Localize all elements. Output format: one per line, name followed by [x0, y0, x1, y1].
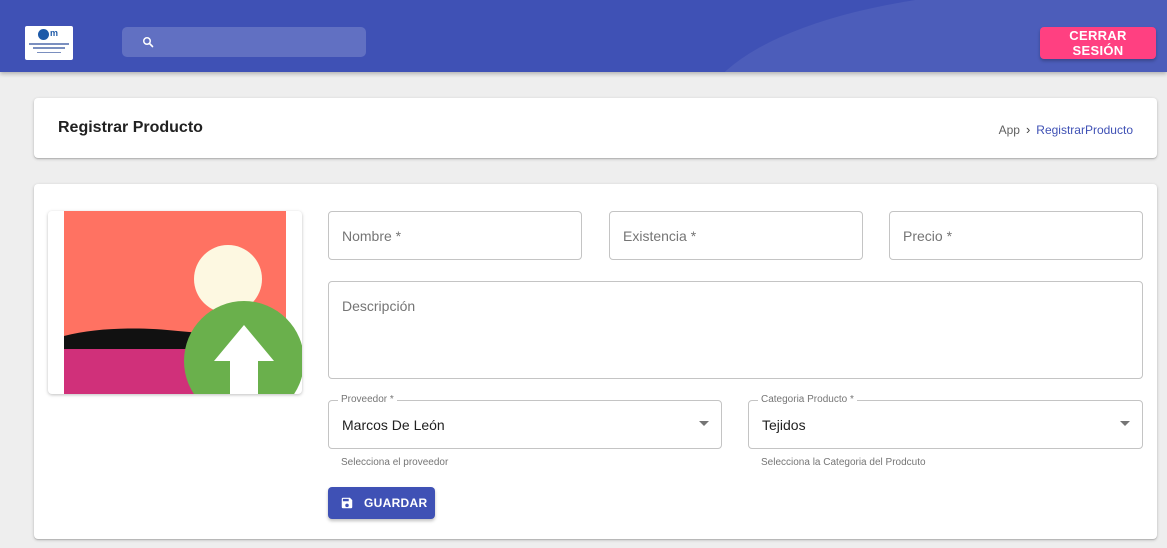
breadcrumb-chevron-icon: ›: [1025, 122, 1031, 137]
proveedor-label: Proveedor *: [338, 394, 397, 405]
descripcion-placeholder: Descripción: [342, 298, 416, 314]
existencia-field[interactable]: Existencia *: [609, 211, 863, 260]
proveedor-select[interactable]: Proveedor * Marcos De León: [328, 394, 722, 449]
search-box[interactable]: [122, 27, 366, 59]
save-button-label: GUARDAR: [364, 496, 428, 510]
save-icon: [341, 497, 353, 509]
precio-placeholder: Precio *: [903, 228, 953, 244]
chevron-down-icon: [1120, 421, 1130, 426]
nombre-field[interactable]: Nombre *: [328, 211, 582, 260]
chevron-down-icon: [699, 421, 709, 426]
proveedor-value: Marcos De León: [342, 417, 445, 433]
search-icon: [143, 37, 154, 48]
logo-mark: m: [50, 28, 59, 38]
proveedor-helper-text: Selecciona el proveedor: [341, 457, 449, 468]
precio-field[interactable]: Precio *: [889, 211, 1143, 260]
descripcion-textarea[interactable]: Descripción: [328, 281, 1143, 379]
page-header-card: Registrar Producto App › RegistrarProduc…: [34, 98, 1157, 158]
nombre-placeholder: Nombre *: [342, 228, 402, 244]
logo-text-line: [37, 52, 61, 53]
logo-text-line: [29, 43, 69, 45]
categoria-value: Tejidos: [762, 417, 806, 433]
company-logo[interactable]: m: [25, 26, 73, 60]
logo-text-line: [33, 47, 65, 49]
upload-image-icon: [64, 211, 302, 394]
top-app-bar: m CERRAR SESIÓN: [0, 0, 1167, 72]
product-image-upload[interactable]: [48, 211, 302, 394]
categoria-helper-text: Selecciona la Categoria del Prodcuto: [761, 457, 926, 468]
page-title: Registrar Producto: [58, 119, 203, 136]
breadcrumb-item-current[interactable]: RegistrarProducto: [1036, 123, 1133, 137]
breadcrumb: App › RegistrarProducto: [999, 122, 1133, 137]
search-input[interactable]: [164, 27, 358, 59]
logout-button[interactable]: CERRAR SESIÓN: [1040, 27, 1156, 59]
product-form-card: Nombre * Existencia * Precio * Descripci…: [34, 184, 1157, 539]
breadcrumb-item-app[interactable]: App: [999, 123, 1020, 137]
categoria-select[interactable]: Categoria Producto * Tejidos: [748, 394, 1143, 449]
logo-globe-icon: [38, 29, 49, 40]
categoria-label: Categoria Producto *: [758, 394, 857, 405]
save-button[interactable]: GUARDAR: [328, 487, 435, 519]
existencia-placeholder: Existencia *: [623, 228, 697, 244]
